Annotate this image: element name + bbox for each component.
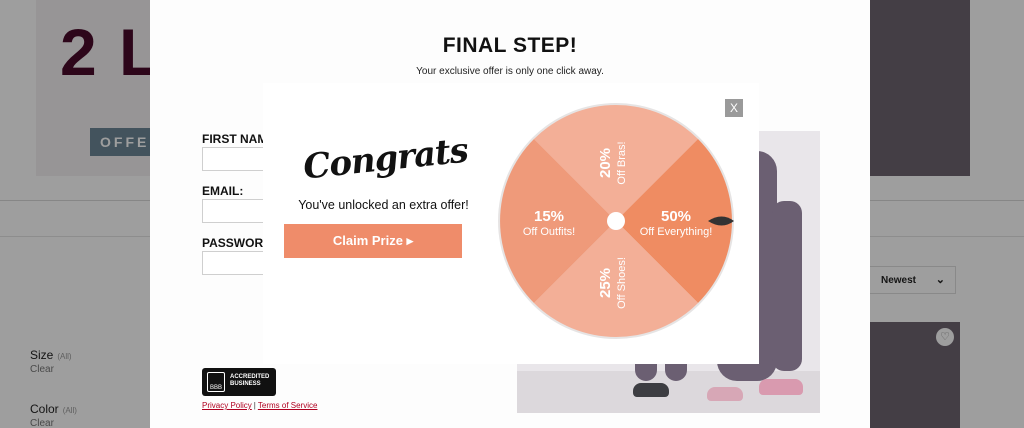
congrats-heading: Congrats <box>301 130 470 188</box>
wheel-hub <box>607 212 625 230</box>
password-label: PASSWORD <box>202 236 272 250</box>
bbb-line2: BUSINESS <box>230 381 261 387</box>
bbb-accredited-badge: BBB ACCREDITED BUSINESS <box>202 368 276 396</box>
segment-left-text: Off Outfits! <box>523 226 575 238</box>
segment-right-percent: 50% <box>661 208 691 225</box>
segment-top-text: Off Bras! <box>616 141 628 184</box>
claim-prize-button[interactable]: Claim Prize ▸ <box>284 224 462 258</box>
segment-left-percent: 15% <box>534 208 564 225</box>
modal-subtitle: Your exclusive offer is only one click a… <box>416 66 604 77</box>
segment-bottom-text: Off Shoes! <box>616 257 628 309</box>
segment-bottom-percent: 25% <box>597 268 614 298</box>
bbb-logo: BBB <box>207 372 225 392</box>
prize-popup: X Congrats You've unlocked an extra offe… <box>263 83 759 364</box>
privacy-policy-link[interactable]: Privacy Policy <box>202 401 252 410</box>
segment-top-percent: 20% <box>597 148 614 178</box>
offer-message: You've unlocked an extra offer! <box>298 198 469 212</box>
modal-title: FINAL STEP! <box>442 34 578 57</box>
bbb-line1: ACCREDITED <box>230 374 270 380</box>
legal-links: Privacy Policy | Terms of Service <box>202 401 317 410</box>
segment-right-text: Off Everything! <box>640 226 713 238</box>
terms-of-service-link[interactable]: Terms of Service <box>258 401 318 410</box>
legal-separator: | <box>253 401 256 410</box>
email-label: EMAIL: <box>202 184 244 198</box>
prize-wheel: 20% Off Bras! 50% Off Everything! 25% Of… <box>498 103 734 339</box>
